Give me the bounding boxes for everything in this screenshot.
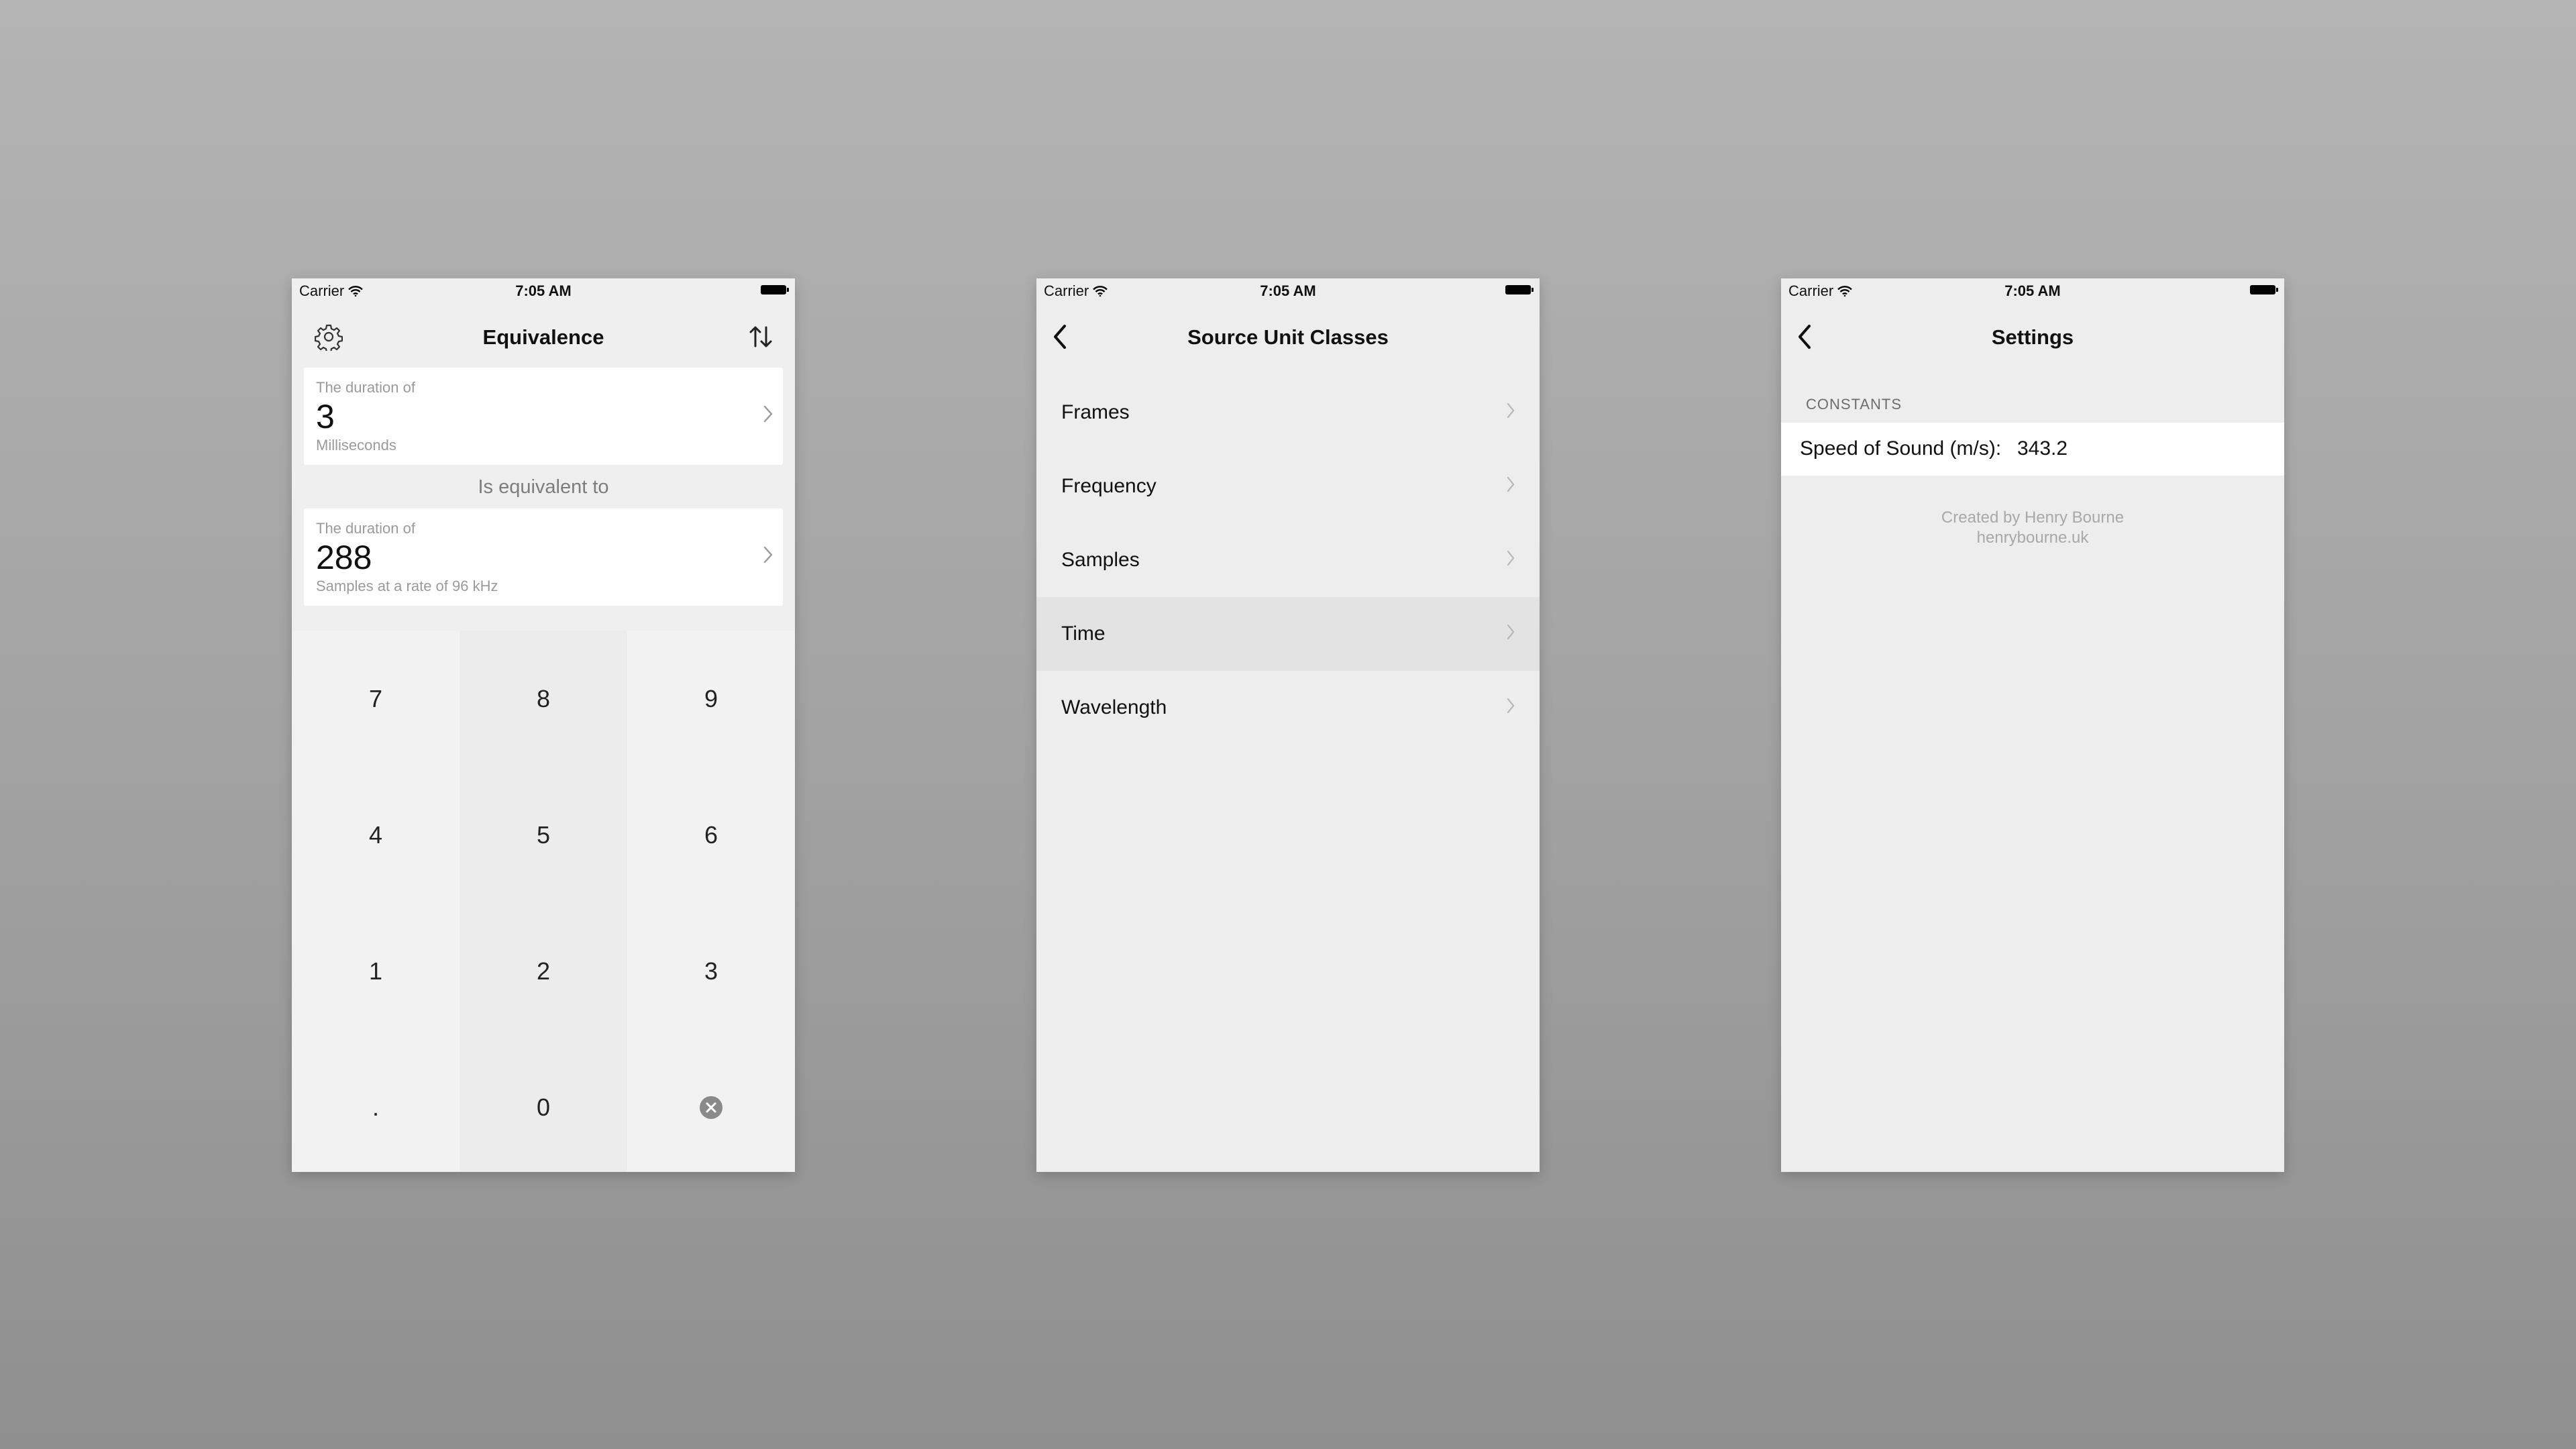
source-value: 3	[316, 398, 335, 435]
target-value: 288	[316, 539, 372, 576]
target-label: The duration of	[316, 520, 415, 537]
page-title: Equivalence	[482, 325, 604, 349]
speed-of-sound-field[interactable]: 343.2	[2017, 437, 2068, 460]
delete-key[interactable]	[627, 1039, 795, 1172]
unit-class-list: Frames Frequency Samples Time Wavelength	[1036, 376, 1540, 745]
speed-of-sound-label: Speed of Sound (m/s):	[1800, 437, 2002, 460]
list-item-label: Samples	[1061, 549, 1140, 571]
list-item-label: Frequency	[1061, 475, 1157, 497]
keypad: 7 8 9 4 5 6 1 2 3 . 0	[292, 631, 795, 1172]
key-0[interactable]: 0	[460, 1039, 627, 1172]
nav-bar: Source Unit Classes	[1036, 305, 1540, 372]
battery-icon	[1505, 285, 1534, 294]
list-item-frames[interactable]: Frames	[1036, 376, 1540, 449]
chevron-right-icon	[763, 405, 773, 423]
target-unit: Samples at a rate of 96 kHz	[316, 578, 498, 594]
key-3[interactable]: 3	[627, 903, 795, 1039]
chevron-right-icon	[1507, 550, 1515, 566]
list-item-label: Wavelength	[1061, 696, 1167, 718]
battery-icon	[2250, 285, 2278, 294]
key-6[interactable]: 6	[627, 767, 795, 903]
nav-bar: Settings	[1781, 305, 2284, 372]
status-bar: Carrier 7:05 AM	[1036, 278, 1540, 301]
delete-icon	[700, 1095, 722, 1119]
speed-of-sound-row[interactable]: Speed of Sound (m/s): 343.2	[1781, 423, 2284, 476]
chevron-right-icon	[1507, 698, 1515, 714]
list-item-label: Time	[1061, 623, 1106, 645]
credit-author: Created by Henry Bourne	[1941, 508, 2125, 527]
swap-button[interactable]	[744, 320, 777, 354]
page-title: Settings	[1991, 325, 2074, 349]
source-unit: Milliseconds	[316, 437, 396, 453]
source-card[interactable]: The duration of 3 Milliseconds	[304, 368, 783, 465]
key-8[interactable]: 8	[460, 631, 627, 767]
source-label: The duration of	[316, 379, 415, 396]
status-bar: Carrier 7:05 AM	[292, 278, 795, 301]
list-item-samples[interactable]: Samples	[1036, 523, 1540, 597]
chevron-right-icon	[1507, 624, 1515, 640]
chevron-right-icon	[763, 546, 773, 564]
page-title: Source Unit Classes	[1187, 325, 1389, 349]
credit-website[interactable]: henrybourne.uk	[1781, 528, 2284, 548]
key-7[interactable]: 7	[292, 631, 460, 767]
key-5[interactable]: 5	[460, 767, 627, 903]
equivalence-screen: Carrier 7:05 AM Equivalence The duration…	[292, 278, 795, 1172]
list-item-label: Frames	[1061, 401, 1130, 423]
key-1[interactable]: 1	[292, 903, 460, 1039]
key-2[interactable]: 2	[460, 903, 627, 1039]
key-9[interactable]: 9	[627, 631, 795, 767]
source-units-screen: Carrier 7:05 AM Source Unit Classes Fram…	[1036, 278, 1540, 1172]
chevron-right-icon	[1507, 402, 1515, 419]
list-item-wavelength[interactable]: Wavelength	[1036, 671, 1540, 745]
nav-bar: Equivalence	[292, 305, 795, 372]
battery-icon	[761, 285, 789, 294]
key-decimal[interactable]: .	[292, 1039, 460, 1172]
swap-arrows-icon	[749, 326, 772, 347]
status-time: 7:05 AM	[2004, 282, 2061, 299]
status-time: 7:05 AM	[1260, 282, 1316, 299]
credits: Created by Henry Bourne henrybourne.uk	[1781, 508, 2284, 548]
status-time: 7:05 AM	[515, 282, 572, 299]
list-item-frequency[interactable]: Frequency	[1036, 449, 1540, 523]
chevron-right-icon	[1507, 476, 1515, 492]
settings-screen: Carrier 7:05 AM Settings CONSTANTS Speed…	[1781, 278, 2284, 1172]
list-item-time[interactable]: Time	[1036, 597, 1540, 671]
status-bar: Carrier 7:05 AM	[1781, 278, 2284, 301]
key-4[interactable]: 4	[292, 767, 460, 903]
section-header-constants: CONSTANTS	[1806, 396, 1902, 413]
target-card[interactable]: The duration of 288 Samples at a rate of…	[304, 508, 783, 606]
equivalent-label: Is equivalent to	[478, 476, 609, 498]
